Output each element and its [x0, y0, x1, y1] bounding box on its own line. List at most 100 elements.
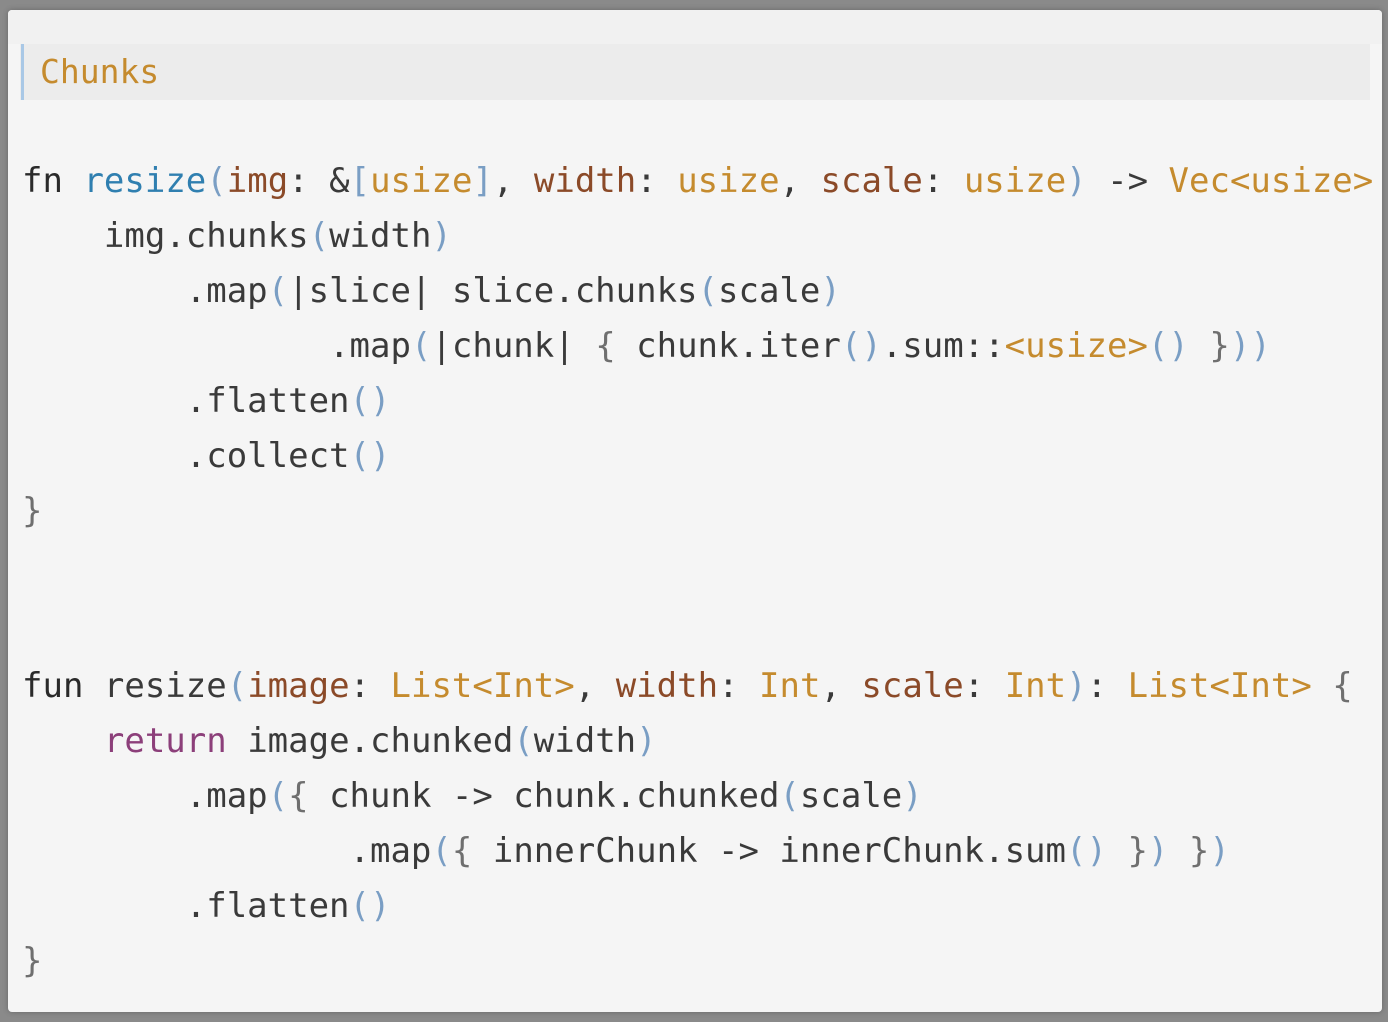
code-token: img — [226, 161, 289, 201]
code-line: fun resize(image: List<Int>, width: Int,… — [22, 659, 1353, 714]
code-line: fn resize(img: &[usize], width: usize, s… — [22, 154, 1388, 209]
code-token: .map — [22, 776, 268, 816]
code-token: ( — [267, 776, 289, 816]
code-line: .map(|chunk| { chunk.iter().sum::<usize>… — [22, 319, 1388, 374]
code-token: } — [22, 941, 43, 981]
code-token: ( — [267, 271, 289, 311]
code-token: chunk -> chunk.chunked — [308, 776, 780, 816]
code-line: img.chunks(width) — [22, 209, 1388, 264]
code-token: .map — [22, 831, 432, 871]
code-token: usize — [370, 161, 473, 201]
code-token: usize — [963, 161, 1067, 201]
code-token: } — [1209, 326, 1230, 366]
code-token: : — [963, 666, 1005, 706]
code-token: { — [595, 326, 616, 366]
code-token: ] — [472, 161, 493, 201]
code-token: () — [349, 436, 391, 476]
code-token: , — [574, 666, 616, 706]
code-token: : — [1086, 666, 1128, 706]
code-token: ) — [636, 721, 657, 761]
code-token: ) — [1066, 666, 1087, 706]
code-token: ( — [697, 271, 719, 311]
code-line: .collect() — [22, 429, 1388, 484]
code-token: resize — [83, 666, 227, 706]
code-token: |chunk| — [431, 326, 596, 366]
title-bar: Chunks — [20, 44, 1370, 100]
code-token: ) — [902, 776, 923, 816]
code-token: ) — [820, 271, 841, 311]
code-token: () — [1147, 326, 1189, 366]
code-token: : — [636, 161, 678, 201]
code-token: -> — [1086, 161, 1169, 201]
code-token: ) — [1147, 831, 1169, 871]
code-token: ) — [1066, 161, 1087, 201]
code-token: width — [533, 161, 637, 201]
code-token: |slice| slice.chunks — [288, 271, 698, 311]
code-token: scale — [861, 666, 964, 706]
code-line: .map({ chunk -> chunk.chunked(scale) — [22, 769, 1353, 824]
code-token: , — [492, 161, 534, 201]
code-token: .sum:: — [881, 326, 1005, 366]
rust-code-block: fn resize(img: &[usize], width: usize, s… — [22, 154, 1388, 539]
kotlin-code-block: fun resize ( image: List<Int>, width: Int,… — [22, 659, 1353, 989]
code-token: [ — [349, 161, 371, 201]
code-token: <usize> — [1004, 326, 1148, 366]
code-token: .map — [22, 326, 411, 366]
slide-title: Chunks — [40, 52, 160, 91]
code-token: { — [451, 831, 473, 871]
code-token: { — [288, 776, 309, 816]
code-token: .flatten — [22, 381, 350, 421]
code-line: } — [22, 484, 1388, 539]
code-line: } — [22, 934, 1353, 989]
code-token: : — [922, 161, 964, 201]
code-token: Int — [759, 666, 821, 706]
code-token: List<Int> — [390, 666, 575, 706]
code-token: return — [103, 721, 227, 761]
code-token: image.chunked — [226, 721, 514, 761]
code-token: ) — [431, 216, 452, 256]
code-token: } — [1188, 831, 1210, 871]
code-line: .flatten() — [22, 374, 1388, 429]
code-token: scale — [820, 161, 923, 201]
code-token: : & — [288, 161, 350, 201]
code-token: ( — [206, 161, 227, 201]
code-token: : — [349, 666, 391, 706]
code-token: chunk.iter — [615, 326, 841, 366]
slide-frame: Chunks fn resize(img: &[usize], width: u… — [8, 10, 1382, 1012]
code-line: return image.chunked(width) — [22, 714, 1353, 769]
code-line: .flatten() — [22, 879, 1353, 934]
code-token: usize — [677, 161, 780, 201]
code-token: () — [349, 886, 391, 926]
code-token: , — [820, 666, 862, 706]
code-token: () — [349, 381, 391, 421]
code-token: .collect — [22, 436, 350, 476]
code-token: () — [1066, 831, 1107, 871]
code-token: Int — [1004, 666, 1067, 706]
code-token: image — [247, 666, 350, 706]
code-token: , — [779, 161, 821, 201]
code-token: scale — [718, 271, 821, 311]
code-token: )) — [1229, 326, 1271, 366]
code-token: { — [1332, 666, 1353, 706]
code-token: width — [533, 721, 637, 761]
code-token: fun — [22, 666, 84, 706]
code-token: } — [22, 491, 43, 531]
code-token: scale — [799, 776, 903, 816]
code-token: Vec<usize> — [1168, 161, 1374, 201]
window-top-strip — [8, 10, 1382, 44]
code-token: ( — [431, 831, 452, 871]
code-token: () — [840, 326, 882, 366]
code-token: innerChunk -> innerChunk.sum — [472, 831, 1066, 871]
code-line: .map(|slice| slice.chunks(scale) — [22, 264, 1388, 319]
code-line: .map({ innerChunk -> innerChunk.sum() })… — [22, 824, 1353, 879]
code-token: .map — [22, 271, 268, 311]
code-token: ( — [308, 216, 330, 256]
code-token: .flatten — [22, 886, 350, 926]
code-token: resize — [83, 161, 207, 201]
